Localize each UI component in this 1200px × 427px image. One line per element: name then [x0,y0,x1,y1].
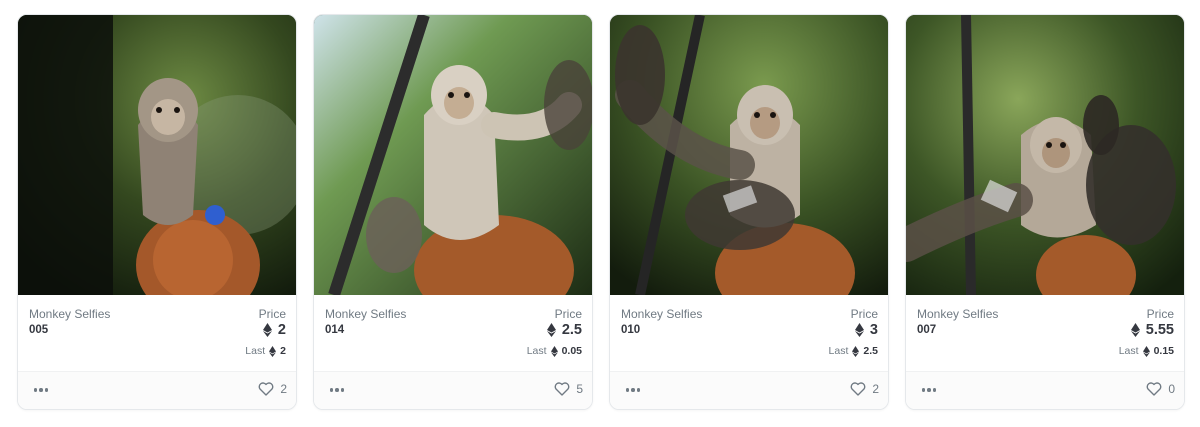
card-info: Monkey Selfies 010 Price 3 Last 2.5 [610,295,888,373]
last-label: Last [1118,345,1139,357]
favorite-count: 5 [576,382,583,396]
price-label: Price [1146,307,1174,321]
nft-card[interactable]: Monkey Selfies 007 Price 5.55 Last 0.15 [905,14,1185,410]
heart-icon [850,382,866,396]
collection-name[interactable]: Monkey Selfies [29,307,110,321]
card-info: Monkey Selfies 007 Price 5.55 Last 0.15 [906,295,1184,373]
price-value: 3 [854,322,878,338]
token-name[interactable]: 014 [325,324,344,336]
more-horizontal-icon [921,388,926,392]
heart-icon [1146,382,1162,396]
nft-image[interactable] [18,15,296,295]
last-sale: Last 2 [245,345,286,357]
price-value: 5.55 [1130,322,1174,338]
more-horizontal-icon [625,388,630,392]
ethereum-icon [852,345,860,357]
price-amount: 2.5 [561,322,582,338]
ethereum-icon [262,323,272,337]
nft-card[interactable]: Monkey Selfies 005 Price 2 Last 2 2 [17,14,297,410]
last-label: Last [245,345,266,357]
price-label: Price [850,307,878,321]
token-name[interactable]: 010 [621,324,640,336]
last-sale: Last 0.15 [1119,345,1174,357]
favorite-button[interactable]: 5 [554,382,583,396]
price-amount: 2 [277,322,286,338]
nft-image[interactable] [906,15,1184,295]
price-amount: 3 [869,322,878,338]
price-label: Price [258,307,286,321]
price-amount: 5.55 [1145,322,1174,338]
card-footer: 2 [18,371,296,409]
ethereum-icon [546,323,556,337]
last-amount: 0.15 [1153,345,1174,357]
more-options-button[interactable] [918,381,940,399]
card-footer: 2 [610,371,888,409]
more-horizontal-icon [329,388,334,392]
heart-icon [554,382,570,396]
ethereum-icon [550,345,558,357]
last-sale: Last 0.05 [527,345,582,357]
last-amount: 2 [280,345,286,357]
nft-image[interactable] [314,15,592,295]
favorite-button[interactable]: 2 [258,382,287,396]
more-options-button[interactable] [622,381,644,399]
favorite-count: 0 [1168,382,1175,396]
ethereum-icon [1142,345,1150,357]
last-sale: Last 2.5 [829,345,878,357]
more-horizontal-icon [33,388,38,392]
favorite-button[interactable]: 0 [1146,382,1175,396]
collection-name[interactable]: Monkey Selfies [621,307,702,321]
collection-name[interactable]: Monkey Selfies [917,307,998,321]
card-info: Monkey Selfies 014 Price 2.5 Last 0.05 [314,295,592,373]
favorite-button[interactable]: 2 [850,382,879,396]
last-amount: 0.05 [561,345,582,357]
nft-image[interactable] [610,15,888,295]
last-label: Last [526,345,547,357]
token-name[interactable]: 005 [29,324,48,336]
ethereum-icon [1130,323,1140,337]
nft-card[interactable]: Monkey Selfies 014 Price 2.5 Last 0.05 5 [313,14,593,410]
card-info: Monkey Selfies 005 Price 2 Last 2 [18,295,296,373]
collection-name[interactable]: Monkey Selfies [325,307,406,321]
ethereum-icon [269,345,277,357]
heart-icon [258,382,274,396]
card-footer: 5 [314,371,592,409]
price-value: 2 [262,322,286,338]
last-amount: 2.5 [863,345,878,357]
last-label: Last [828,345,849,357]
ethereum-icon [854,323,864,337]
nft-card-grid: Monkey Selfies 005 Price 2 Last 2 2 Monk… [0,0,1200,427]
card-footer: 0 [906,371,1184,409]
more-options-button[interactable] [30,381,52,399]
favorite-count: 2 [280,382,287,396]
nft-card[interactable]: Monkey Selfies 010 Price 3 Last 2.5 2 [609,14,889,410]
token-name[interactable]: 007 [917,324,936,336]
more-options-button[interactable] [326,381,348,399]
price-label: Price [554,307,582,321]
favorite-count: 2 [872,382,879,396]
price-value: 2.5 [546,322,582,338]
